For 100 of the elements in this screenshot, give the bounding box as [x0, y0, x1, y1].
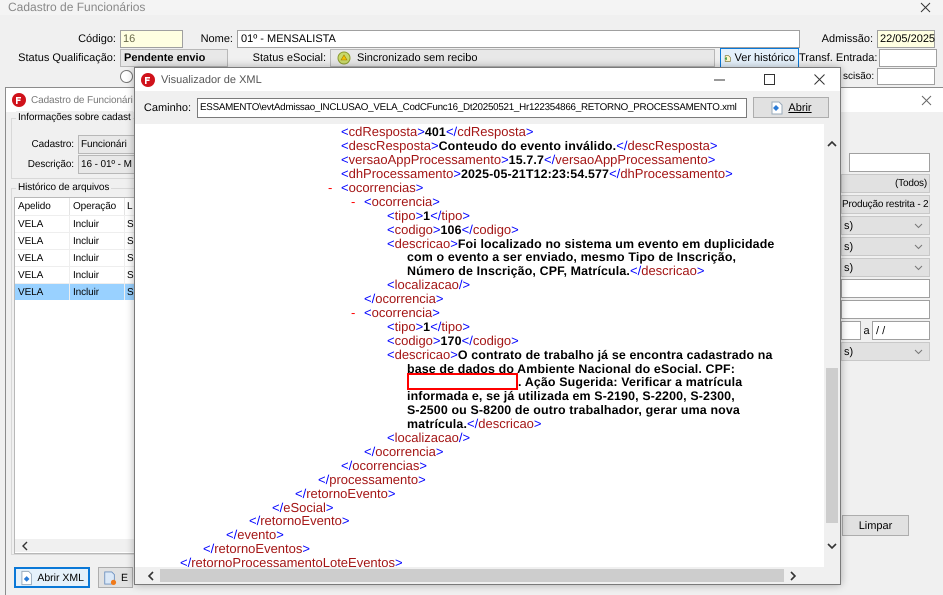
- xml-line: . Ação Sugerida: Verificar a matrícula: [518, 374, 742, 390]
- admission-date-field[interactable]: 22/05/2025: [877, 30, 935, 48]
- path-field[interactable]: ESSAMENTO\evtAdmissao_INCLUSAO_VELA_CodCFunc16_Dt20250521_Hr122354866_RETORNO_PROCESSAMENTO.xml: [197, 98, 747, 118]
- termination-field[interactable]: [877, 68, 935, 85]
- xml-line: </ocorrencia>: [364, 444, 444, 459]
- filter-field[interactable]: [841, 279, 930, 298]
- field-label: scisão:: [843, 71, 874, 82]
- column-header[interactable]: Operação: [70, 198, 125, 215]
- column-header[interactable]: Apelido: [15, 198, 70, 215]
- open-xml-button[interactable]: Abrir XML: [14, 567, 90, 588]
- open-button[interactable]: Abrir: [753, 97, 829, 118]
- window-title: Cadastro de Funcionários: [8, 1, 146, 14]
- dropdown-value: s): [844, 220, 854, 232]
- date-from-field[interactable]: [841, 321, 861, 340]
- filter-select[interactable]: (Todos): [841, 174, 930, 193]
- table-row[interactable]: VELA Incluir S: [15, 283, 135, 300]
- window-title: Cadastro de Funcionári: [31, 94, 133, 106]
- chevron-down-icon: [914, 348, 923, 354]
- chevron-down-icon: [914, 244, 923, 250]
- close-icon[interactable]: [920, 2, 931, 13]
- xml-line: </retornoProcessamentoLoteEventos>: [180, 555, 403, 567]
- collapse-toggle[interactable]: -: [328, 180, 341, 196]
- name-field[interactable]: 01º - MENSALISTA: [237, 30, 800, 48]
- xml-line: </retornoEvento>: [295, 486, 396, 501]
- xml-line: <descricao>Foi localizado no sistema um evento em duplicidade: [387, 236, 774, 251]
- xml-line: informada e, se já utilizada em S-2190, S-2200, S-2300,: [407, 389, 735, 404]
- clear-button[interactable]: Limpar: [842, 515, 909, 536]
- table-cell: VELA: [15, 215, 70, 232]
- status-text: Sincronizado sem recibo: [357, 52, 478, 64]
- table-cell: VELA: [15, 266, 70, 283]
- xml-line: <codigo>106</codigo>: [387, 222, 519, 237]
- xml-line: </evento>: [226, 527, 284, 542]
- xml-line: S-2500 ou S-8200 de outro trabalhador, gerar uma nova: [407, 403, 740, 418]
- scroll-up-icon[interactable]: [827, 140, 837, 147]
- date-to-field[interactable]: / /: [872, 321, 930, 340]
- status-icon: [337, 50, 351, 64]
- collapse-toggle[interactable]: -: [351, 194, 364, 209]
- close-icon[interactable]: [814, 74, 825, 85]
- scrollbar[interactable]: [135, 567, 825, 584]
- xml-line: com o evento a ser enviado, mesmo Tipo de Inscrição,: [407, 250, 736, 264]
- xml-line: <ocorrencia>: [364, 194, 440, 209]
- xml-line: <localizacao/>: [387, 277, 470, 292]
- field-label: Status Qualificação:: [17, 52, 117, 64]
- group-title: Informações sobre cadast: [16, 111, 133, 125]
- table-cell: Incluir: [70, 215, 125, 232]
- dropdown-value: s): [844, 262, 854, 274]
- xml-line: </retornoEventos>: [203, 541, 310, 556]
- xml-line: <versaoAppProcessamento>15.7.7</versaoAppProcessamento>: [341, 152, 716, 168]
- filter-field[interactable]: [841, 300, 930, 319]
- app-logo-icon: [141, 72, 155, 86]
- xml-line: <descricao>O contrato de trabalho já se encontra cadastrado na: [387, 346, 773, 362]
- chevron-down-icon: [914, 222, 923, 228]
- xml-line: Número de Inscrição, CPF, Matrícula.</descricao>: [407, 263, 704, 278]
- scrollbar[interactable]: [15, 539, 135, 552]
- scroll-right-icon[interactable]: [790, 570, 797, 580]
- scroll-thumb[interactable]: [160, 569, 784, 582]
- xml-line: <cdResposta>401</cdResposta>: [341, 124, 534, 140]
- table-cell: VELA: [15, 249, 70, 266]
- xml-line: </eSocial>: [272, 500, 334, 514]
- export-button[interactable]: E: [98, 567, 133, 588]
- filter-dropdown[interactable]: s): [841, 258, 930, 277]
- xml-line: <tipo>1</tipo>: [387, 208, 470, 223]
- scroll-down-icon[interactable]: [827, 543, 837, 550]
- xml-line: matrícula.</descricao>: [407, 416, 542, 432]
- window-title: Visualizador de XML: [161, 74, 262, 86]
- filter-dropdown[interactable]: s): [841, 237, 930, 256]
- qualification-status-field: Pendente envio: [120, 48, 228, 66]
- xml-line: </ocorrencias>: [341, 458, 428, 473]
- collapse-toggle[interactable]: -: [351, 305, 364, 320]
- table-cell: Incluir: [70, 283, 125, 300]
- close-icon[interactable]: [921, 94, 932, 106]
- filter-select[interactable]: Produção restrita - 2: [841, 195, 930, 214]
- xml-line: <ocorrencias>: [341, 180, 424, 196]
- field-label: Cadastro:: [30, 138, 75, 150]
- dropdown-value: s): [844, 240, 854, 252]
- scroll-left-icon[interactable]: [147, 570, 154, 580]
- document-icon: [103, 570, 117, 586]
- field-label: Descrição:: [26, 158, 75, 170]
- filter-dropdown[interactable]: s): [841, 216, 930, 235]
- scroll-thumb[interactable]: [826, 368, 838, 523]
- description-field[interactable]: 16 - 01º - M: [78, 154, 134, 174]
- filter-dropdown[interactable]: s): [841, 342, 930, 361]
- field-label: Nome:: [200, 32, 234, 44]
- chevron-down-icon: [914, 264, 923, 270]
- registry-field[interactable]: Funcionári: [78, 134, 134, 154]
- maximize-icon[interactable]: [764, 74, 775, 85]
- field-label: Código:: [77, 32, 117, 44]
- code-field[interactable]: 16: [120, 30, 183, 48]
- xml-file-icon: [770, 100, 784, 114]
- transfer-entry-field[interactable]: [879, 48, 937, 66]
- field-label: Caminho:: [142, 102, 192, 114]
- xml-line: <localizacao/>: [387, 430, 470, 446]
- filter-field[interactable]: [849, 153, 930, 172]
- field-label: Admissão:: [820, 32, 874, 44]
- table-cell: Incluir: [70, 266, 125, 283]
- radio-button[interactable]: [120, 70, 133, 83]
- scroll-left-icon[interactable]: [21, 540, 29, 550]
- app-logo-icon: [12, 93, 26, 107]
- table-cell: Incluir: [70, 249, 125, 266]
- history-button[interactable]: Ver histórico: [720, 48, 799, 68]
